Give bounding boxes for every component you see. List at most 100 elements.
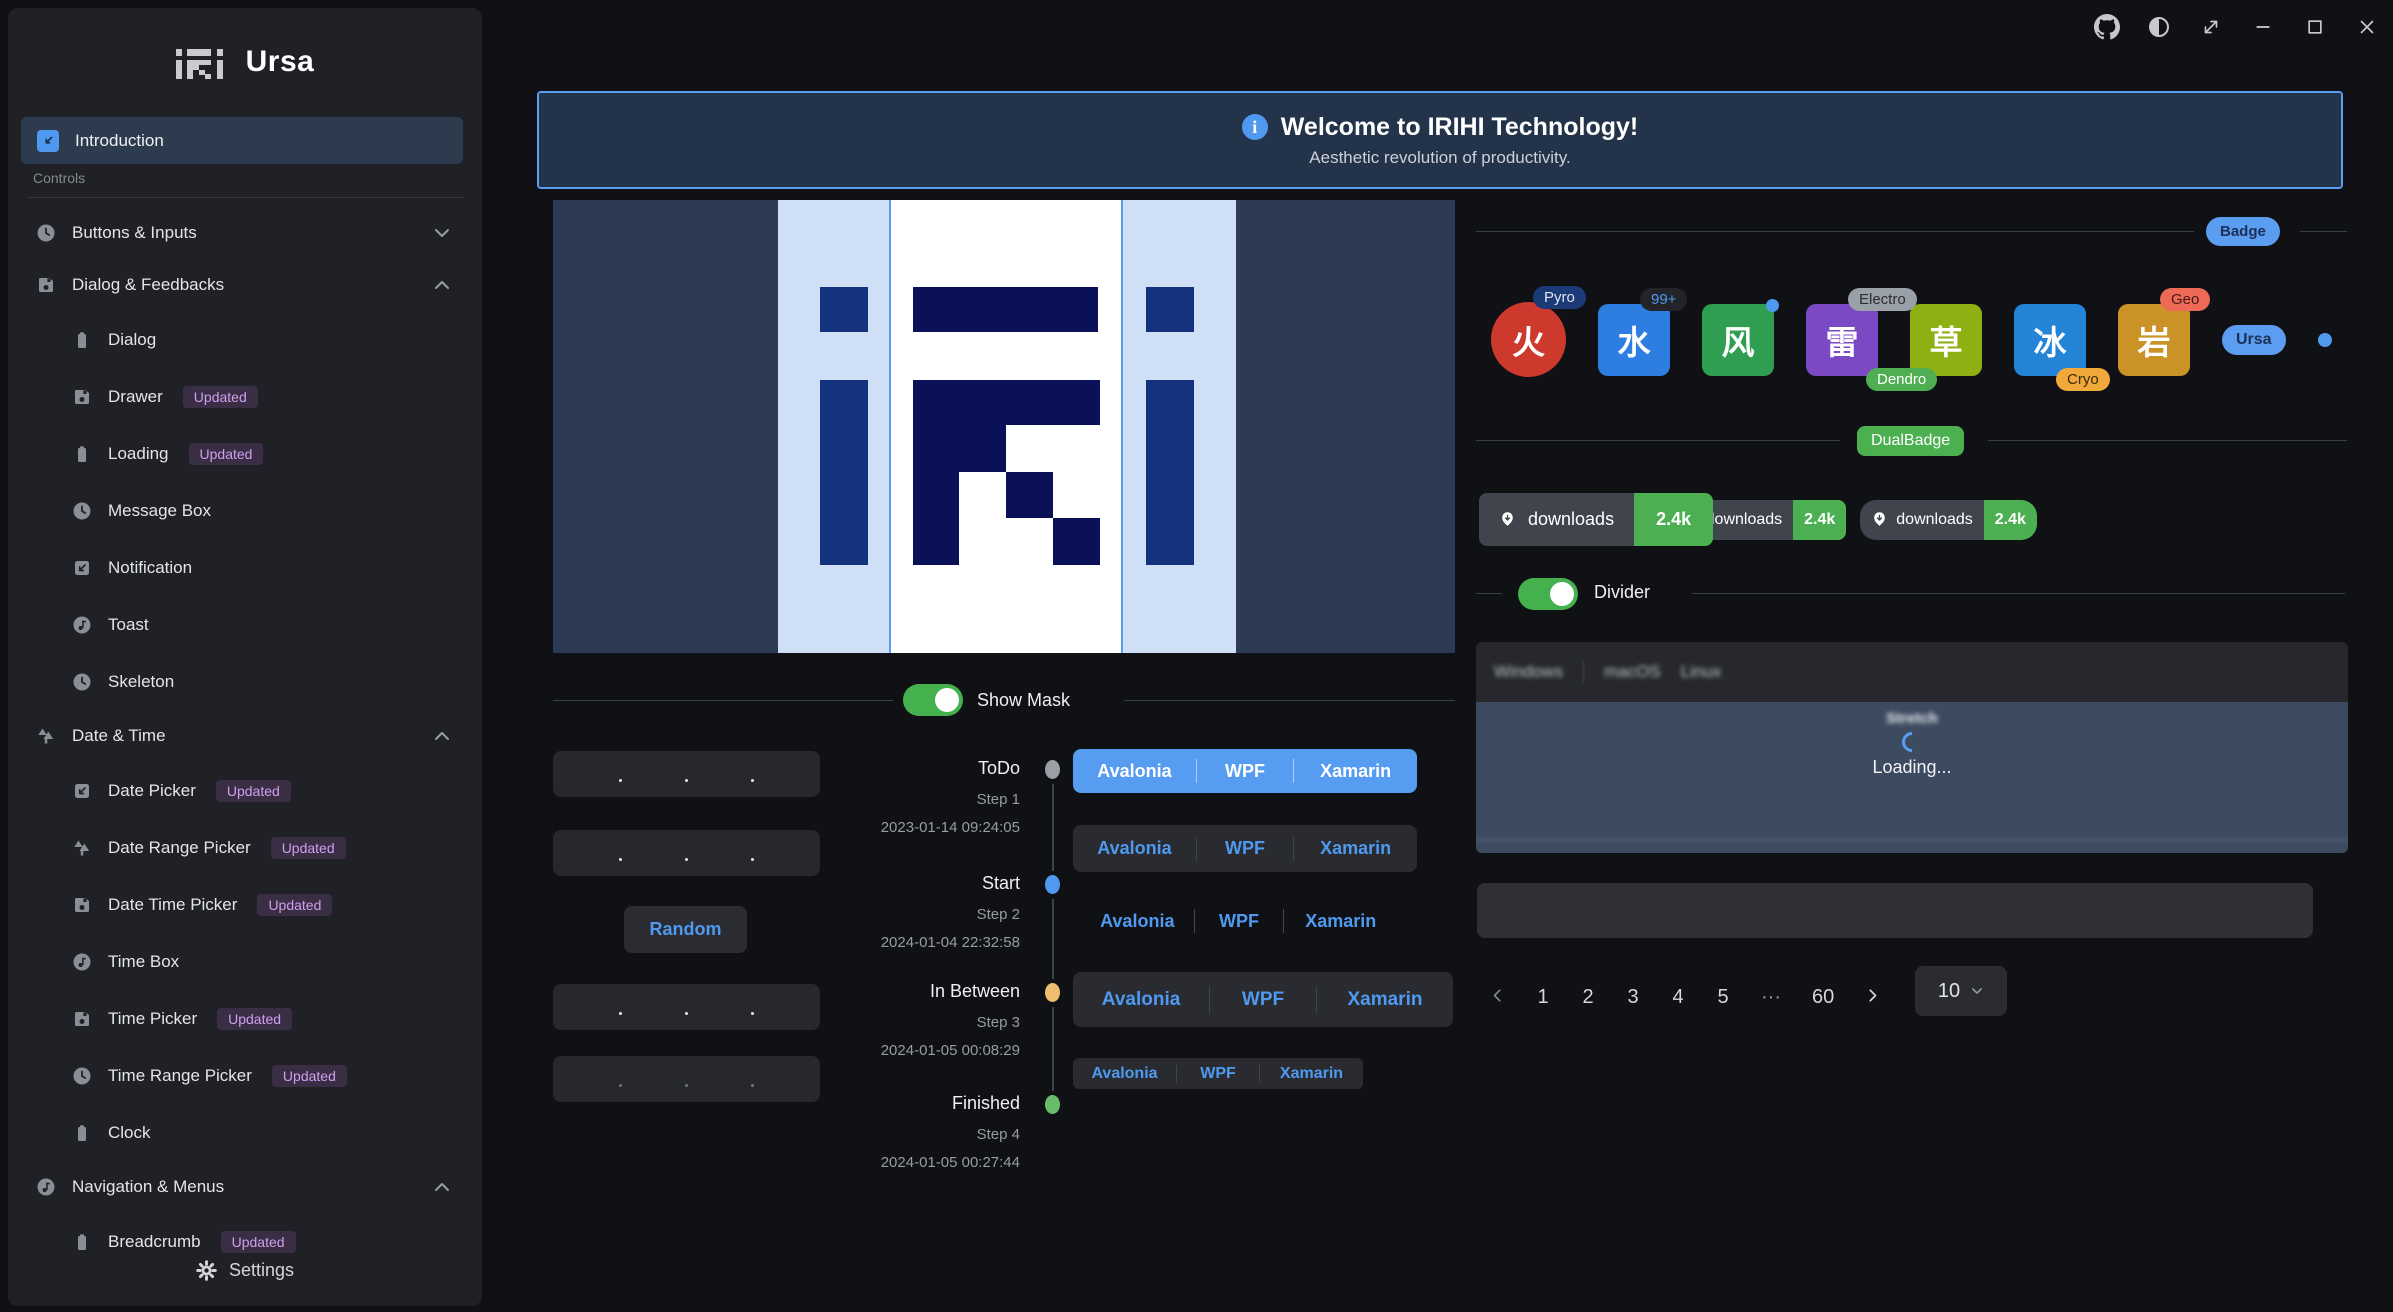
sidebar-item-dialog[interactable]: Dialog (8, 311, 482, 368)
empty-textbox[interactable] (1477, 883, 2313, 938)
maximize-icon[interactable] (2302, 14, 2328, 40)
page-number-3[interactable]: 3 (1626, 986, 1640, 1009)
tab-option-avalonia[interactable]: Avalonia (1073, 838, 1196, 859)
random-button[interactable]: Random (624, 906, 747, 953)
updated-badge: Updated (216, 780, 291, 802)
step-status-dot (1045, 760, 1060, 779)
loading-panel: Windows macOS Linux Stretch Loading... (1476, 642, 2348, 853)
tab-option-xamarin[interactable]: Xamarin (1317, 989, 1453, 1011)
ipv4-input[interactable] (553, 830, 820, 876)
tab-option-wpf[interactable]: WPF (1177, 1065, 1259, 1083)
tab-option-wpf[interactable]: WPF (1210, 989, 1316, 1011)
sidebar-item-toast[interactable]: Toast (8, 596, 482, 653)
divider-line (1476, 440, 1840, 441)
ipv4-input[interactable] (553, 984, 820, 1030)
tab-group-large: AvaloniaWPFXamarin (1073, 972, 1453, 1027)
divider-toggle[interactable] (1518, 578, 1578, 610)
element-tile[interactable]: 岩 (2118, 304, 2190, 376)
element-tile[interactable]: 草 (1910, 304, 1982, 376)
element-tile[interactable]: 火 (1491, 302, 1566, 377)
battery-icon (72, 444, 92, 464)
expand-icon[interactable] (2198, 14, 2224, 40)
page-next-button[interactable] (1865, 986, 1880, 1009)
tab-linux[interactable]: Linux (1681, 662, 1722, 682)
github-icon[interactable] (2094, 14, 2120, 40)
blurred-divider (1476, 839, 2348, 841)
sidebar-item-label: Dialog (108, 330, 156, 350)
step-timestamp: 2023-01-14 09:24:05 (881, 819, 1020, 836)
tab-option-xamarin[interactable]: Xamarin (1284, 911, 1397, 932)
sidebar-item-clock[interactable]: Clock (8, 1104, 482, 1161)
close-icon[interactable] (2354, 14, 2380, 40)
divider-line (1692, 593, 2345, 594)
element-tile[interactable]: 雷 (1806, 304, 1878, 376)
tab-option-avalonia[interactable]: Avalonia (1081, 911, 1194, 932)
page-size-select[interactable]: 10 (1915, 966, 2007, 1016)
updated-badge: Updated (272, 1065, 347, 1087)
tab-macos[interactable]: macOS (1604, 662, 1661, 682)
battery-icon (72, 1232, 92, 1252)
theme-icon[interactable] (2146, 14, 2172, 40)
tab-windows[interactable]: Windows (1494, 662, 1563, 682)
page-number-5[interactable]: 5 (1716, 986, 1730, 1009)
tab-option-wpf[interactable]: WPF (1195, 911, 1284, 932)
sidebar-item-label: Introduction (75, 131, 164, 151)
sidebar-item-breadcrumb[interactable]: BreadcrumbUpdated (8, 1213, 482, 1253)
step-status-dot (1045, 1095, 1060, 1114)
sidebar-item-message-box[interactable]: Message Box (8, 482, 482, 539)
sidebar-item-label: Date Picker (108, 781, 196, 801)
step-status-dot (1045, 983, 1060, 1002)
sidebar-item-time-picker[interactable]: Time PickerUpdated (8, 990, 482, 1047)
sidebar-item-date-range-picker[interactable]: Date Range PickerUpdated (8, 819, 482, 876)
show-mask-toggle[interactable] (903, 684, 963, 716)
badge-item: 岩Geo (2118, 304, 2190, 376)
tree-icon (72, 838, 92, 858)
sidebar-item-drawer[interactable]: DrawerUpdated (8, 368, 482, 425)
tab-option-avalonia[interactable]: Avalonia (1073, 1065, 1176, 1083)
sidebar-item-label: Buttons & Inputs (72, 223, 197, 243)
dual-badge-downloads[interactable]: downloads2.4k (1860, 500, 2037, 540)
element-tile[interactable]: 水 (1598, 304, 1670, 376)
divider-line (1988, 440, 2347, 441)
page-number-60[interactable]: 60 (1812, 986, 1834, 1009)
sidebar-item-navigation-menus[interactable]: Navigation & Menus (8, 1161, 482, 1213)
badge-corner-dot (1766, 299, 1779, 312)
page-prev-button[interactable] (1490, 986, 1505, 1009)
page-number-2[interactable]: 2 (1581, 986, 1595, 1009)
tab-option-avalonia[interactable]: Avalonia (1073, 761, 1196, 782)
sidebar-item-time-box[interactable]: Time Box (8, 933, 482, 990)
sidebar-item-skeleton[interactable]: Skeleton (8, 653, 482, 710)
tab-option-xamarin[interactable]: Xamarin (1260, 1065, 1363, 1083)
page-number-4[interactable]: 4 (1671, 986, 1685, 1009)
sidebar-item-loading[interactable]: LoadingUpdated (8, 425, 482, 482)
chevron-up-icon (432, 275, 452, 295)
ipv4-input[interactable] (553, 751, 820, 797)
step-connector (1052, 784, 1054, 871)
tab-option-avalonia[interactable]: Avalonia (1073, 989, 1209, 1011)
minimize-icon[interactable] (2250, 14, 2276, 40)
sidebar-item-date-picker[interactable]: Date Picker Updated (8, 762, 482, 819)
sidebar-item-notification[interactable]: Notification (8, 539, 482, 596)
settings-button[interactable]: Settings (8, 1256, 482, 1284)
sidebar-item-introduction[interactable]: Introduction (21, 117, 463, 164)
note-icon (36, 1177, 56, 1197)
tab-group-solid: AvaloniaWPFXamarin (1073, 749, 1417, 793)
dualbadge-section-label: DualBadge (1857, 426, 1964, 456)
page-number-1[interactable]: 1 (1536, 986, 1550, 1009)
tab-option-wpf[interactable]: WPF (1197, 761, 1293, 782)
sidebar-item-date-time-picker[interactable]: Date Time PickerUpdated (8, 876, 482, 933)
sidebar-item-label: Time Range Picker (108, 1066, 252, 1086)
sidebar-item-buttons-inputs[interactable]: Buttons & Inputs (8, 207, 482, 259)
gear-icon (196, 1260, 217, 1281)
element-tile[interactable]: 风 (1702, 304, 1774, 376)
dual-badge-downloads[interactable]: downloads2.4k (1479, 493, 1713, 546)
element-tile[interactable]: 冰 (2014, 304, 2086, 376)
sidebar-item-date-time[interactable]: Date & Time (8, 710, 482, 762)
download-icon (1871, 511, 1888, 528)
mask-line (1121, 200, 1123, 653)
sidebar-item-time-range-picker[interactable]: Time Range Picker Updated (8, 1047, 482, 1104)
sidebar-item-dialog-feedbacks[interactable]: Dialog & Feedbacks (8, 259, 482, 311)
tab-option-wpf[interactable]: WPF (1197, 838, 1293, 859)
tab-option-xamarin[interactable]: Xamarin (1294, 761, 1417, 782)
tab-option-xamarin[interactable]: Xamarin (1294, 838, 1417, 859)
